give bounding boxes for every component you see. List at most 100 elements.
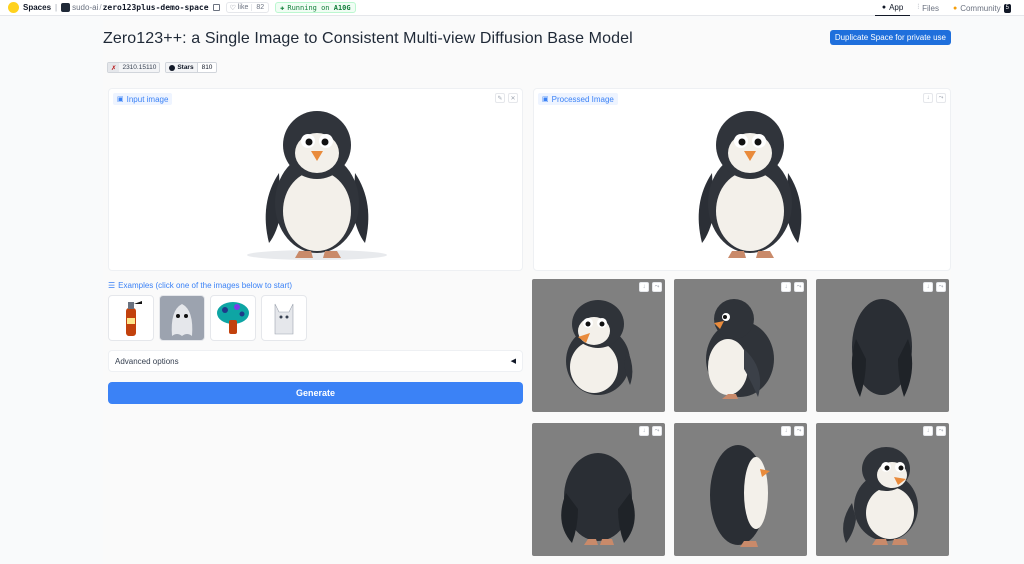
examples-gallery bbox=[108, 295, 307, 341]
like-count: 82 bbox=[251, 4, 268, 11]
output-view-6: ↓ ⤳ bbox=[816, 423, 949, 556]
input-image-panel[interactable]: ▣ Input image ✎ ✕ bbox=[108, 88, 523, 271]
github-icon bbox=[169, 64, 176, 71]
output-view-2: ↓ ⤳ bbox=[674, 279, 807, 412]
examples-label-text: Examples (click one of the images below … bbox=[118, 281, 293, 290]
github-label-text: Stars bbox=[177, 64, 194, 71]
processed-penguin-image bbox=[698, 111, 802, 258]
download-icon[interactable]: ↓ bbox=[639, 282, 649, 292]
examples-label: ☰ Examples (click one of the images belo… bbox=[108, 281, 292, 290]
community-icon: ● bbox=[952, 4, 958, 12]
fire-extinguisher-example[interactable] bbox=[108, 295, 154, 341]
page-title: Zero123++: a Single Image to Consistent … bbox=[103, 30, 633, 47]
share-icon[interactable]: ⤳ bbox=[936, 426, 946, 436]
download-icon[interactable]: ↓ bbox=[923, 93, 933, 103]
org-link[interactable]: sudo-ai bbox=[72, 3, 98, 12]
close-icon[interactable]: ✕ bbox=[508, 93, 518, 103]
view-1-controls: ↓ ⤳ bbox=[639, 282, 662, 292]
penguin-view-front-right bbox=[843, 447, 918, 545]
advanced-options-accordion[interactable]: Advanced options ◀ bbox=[108, 350, 523, 372]
like-button[interactable]: ♡ like 82 bbox=[225, 2, 270, 13]
output-view-5: ↓ ⤳ bbox=[674, 423, 807, 556]
files-icon: ⫶ bbox=[917, 4, 920, 11]
duplicate-space-button[interactable]: Duplicate Space for private use bbox=[829, 30, 951, 45]
input-image-label: ▣ Input image bbox=[113, 93, 173, 105]
caret-left-icon: ◀ bbox=[510, 358, 516, 365]
tab-files[interactable]: ⫶ Files bbox=[910, 0, 946, 16]
hardware-label: A10G bbox=[333, 3, 351, 12]
share-icon[interactable]: ⤳ bbox=[652, 426, 662, 436]
gradio-app: Zero123++: a Single Image to Consistent … bbox=[103, 20, 951, 564]
arxiv-badge[interactable]: ✗ 2310.15110 bbox=[107, 62, 161, 73]
like-label: like bbox=[237, 4, 249, 11]
hf-top-bar: Spaces | sudo-ai / zero123plus-demo-spac… bbox=[0, 0, 1024, 16]
download-icon[interactable]: ↓ bbox=[639, 426, 649, 436]
view-5-controls: ↓ ⤳ bbox=[781, 426, 804, 436]
advanced-options-label: Advanced options bbox=[115, 356, 179, 366]
org-avatar bbox=[61, 3, 71, 12]
running-status-badge[interactable]: ✚ Running on A10G bbox=[275, 2, 356, 13]
app-icon: ● bbox=[881, 4, 887, 11]
share-icon[interactable]: ⤳ bbox=[794, 426, 804, 436]
heart-icon: ♡ bbox=[229, 4, 236, 12]
arxiv-id: 2310.15110 bbox=[119, 63, 160, 72]
mushroom-example[interactable] bbox=[210, 295, 256, 341]
download-icon[interactable]: ↓ bbox=[923, 426, 933, 436]
input-penguin-image bbox=[247, 111, 387, 260]
penguin-view-back bbox=[851, 299, 913, 397]
view-3-controls: ↓ ⤳ bbox=[923, 282, 946, 292]
download-icon[interactable]: ↓ bbox=[781, 282, 791, 292]
ghost-thumbnail bbox=[171, 304, 193, 336]
processed-image-label: ▣ Processed Image bbox=[538, 93, 618, 105]
output-view-1: ↓ ⤳ bbox=[532, 279, 665, 412]
path-separator: / bbox=[99, 3, 102, 12]
share-icon[interactable]: ⤳ bbox=[794, 282, 804, 292]
download-icon[interactable]: ↓ bbox=[923, 282, 933, 292]
penguin-view-back-right bbox=[561, 453, 635, 545]
divider: | bbox=[55, 3, 58, 12]
mushroom-thumbnail bbox=[217, 302, 249, 334]
list-icon: ☰ bbox=[108, 281, 116, 290]
github-stars-badge[interactable]: Stars 810 bbox=[165, 62, 218, 73]
edit-icon[interactable]: ✎ bbox=[495, 93, 505, 103]
processed-image-label-text: Processed Image bbox=[551, 94, 614, 104]
hugging-face-logo-icon[interactable] bbox=[8, 2, 19, 13]
community-count-badge: 5 bbox=[1003, 3, 1011, 13]
arxiv-icon: ✗ bbox=[108, 63, 120, 72]
repo-link[interactable]: zero123plus-demo-space bbox=[103, 3, 209, 12]
github-label: Stars bbox=[166, 63, 197, 72]
processed-image-controls: ↓ ⤳ bbox=[923, 93, 946, 103]
generate-button[interactable]: Generate bbox=[108, 382, 523, 404]
input-image-label-text: Input image bbox=[126, 94, 169, 104]
tab-files-label: Files bbox=[922, 3, 939, 13]
output-view-4: ↓ ⤳ bbox=[532, 423, 665, 556]
share-icon[interactable]: ⤳ bbox=[936, 282, 946, 292]
ghost-example[interactable] bbox=[159, 295, 205, 341]
running-label: Running on bbox=[287, 3, 330, 12]
download-icon[interactable]: ↓ bbox=[781, 426, 791, 436]
tab-community-label: Community bbox=[960, 3, 1001, 13]
tab-community[interactable]: ● Community 5 bbox=[946, 0, 1018, 16]
penguin-view-front-left bbox=[566, 300, 633, 395]
white-cat-example[interactable] bbox=[261, 295, 307, 341]
fire-extinguisher-thumbnail bbox=[126, 301, 142, 336]
penguin-view-side-left bbox=[706, 299, 774, 399]
penguin-view-side-right bbox=[710, 445, 770, 547]
spaces-link[interactable]: Spaces bbox=[23, 3, 51, 12]
badges-row: ✗ 2310.15110 Stars 810 bbox=[107, 62, 218, 73]
white-cat-thumbnail bbox=[274, 303, 294, 335]
input-image-controls: ✎ ✕ bbox=[495, 93, 518, 103]
share-icon[interactable]: ⤳ bbox=[936, 93, 946, 103]
copy-icon[interactable] bbox=[212, 4, 220, 11]
tab-app[interactable]: ● App bbox=[874, 0, 911, 16]
image-icon: ▣ bbox=[542, 96, 549, 103]
output-view-3: ↓ ⤳ bbox=[816, 279, 949, 412]
image-icon: ▣ bbox=[117, 96, 124, 103]
share-icon[interactable]: ⤳ bbox=[652, 282, 662, 292]
github-star-count: 810 bbox=[196, 63, 217, 72]
view-4-controls: ↓ ⤳ bbox=[639, 426, 662, 436]
view-2-controls: ↓ ⤳ bbox=[781, 282, 804, 292]
processed-image-panel: ▣ Processed Image ↓ ⤳ bbox=[533, 88, 951, 271]
view-6-controls: ↓ ⤳ bbox=[923, 426, 946, 436]
space-nav: ● App ⫶ Files ● Community 5 bbox=[874, 0, 1018, 16]
